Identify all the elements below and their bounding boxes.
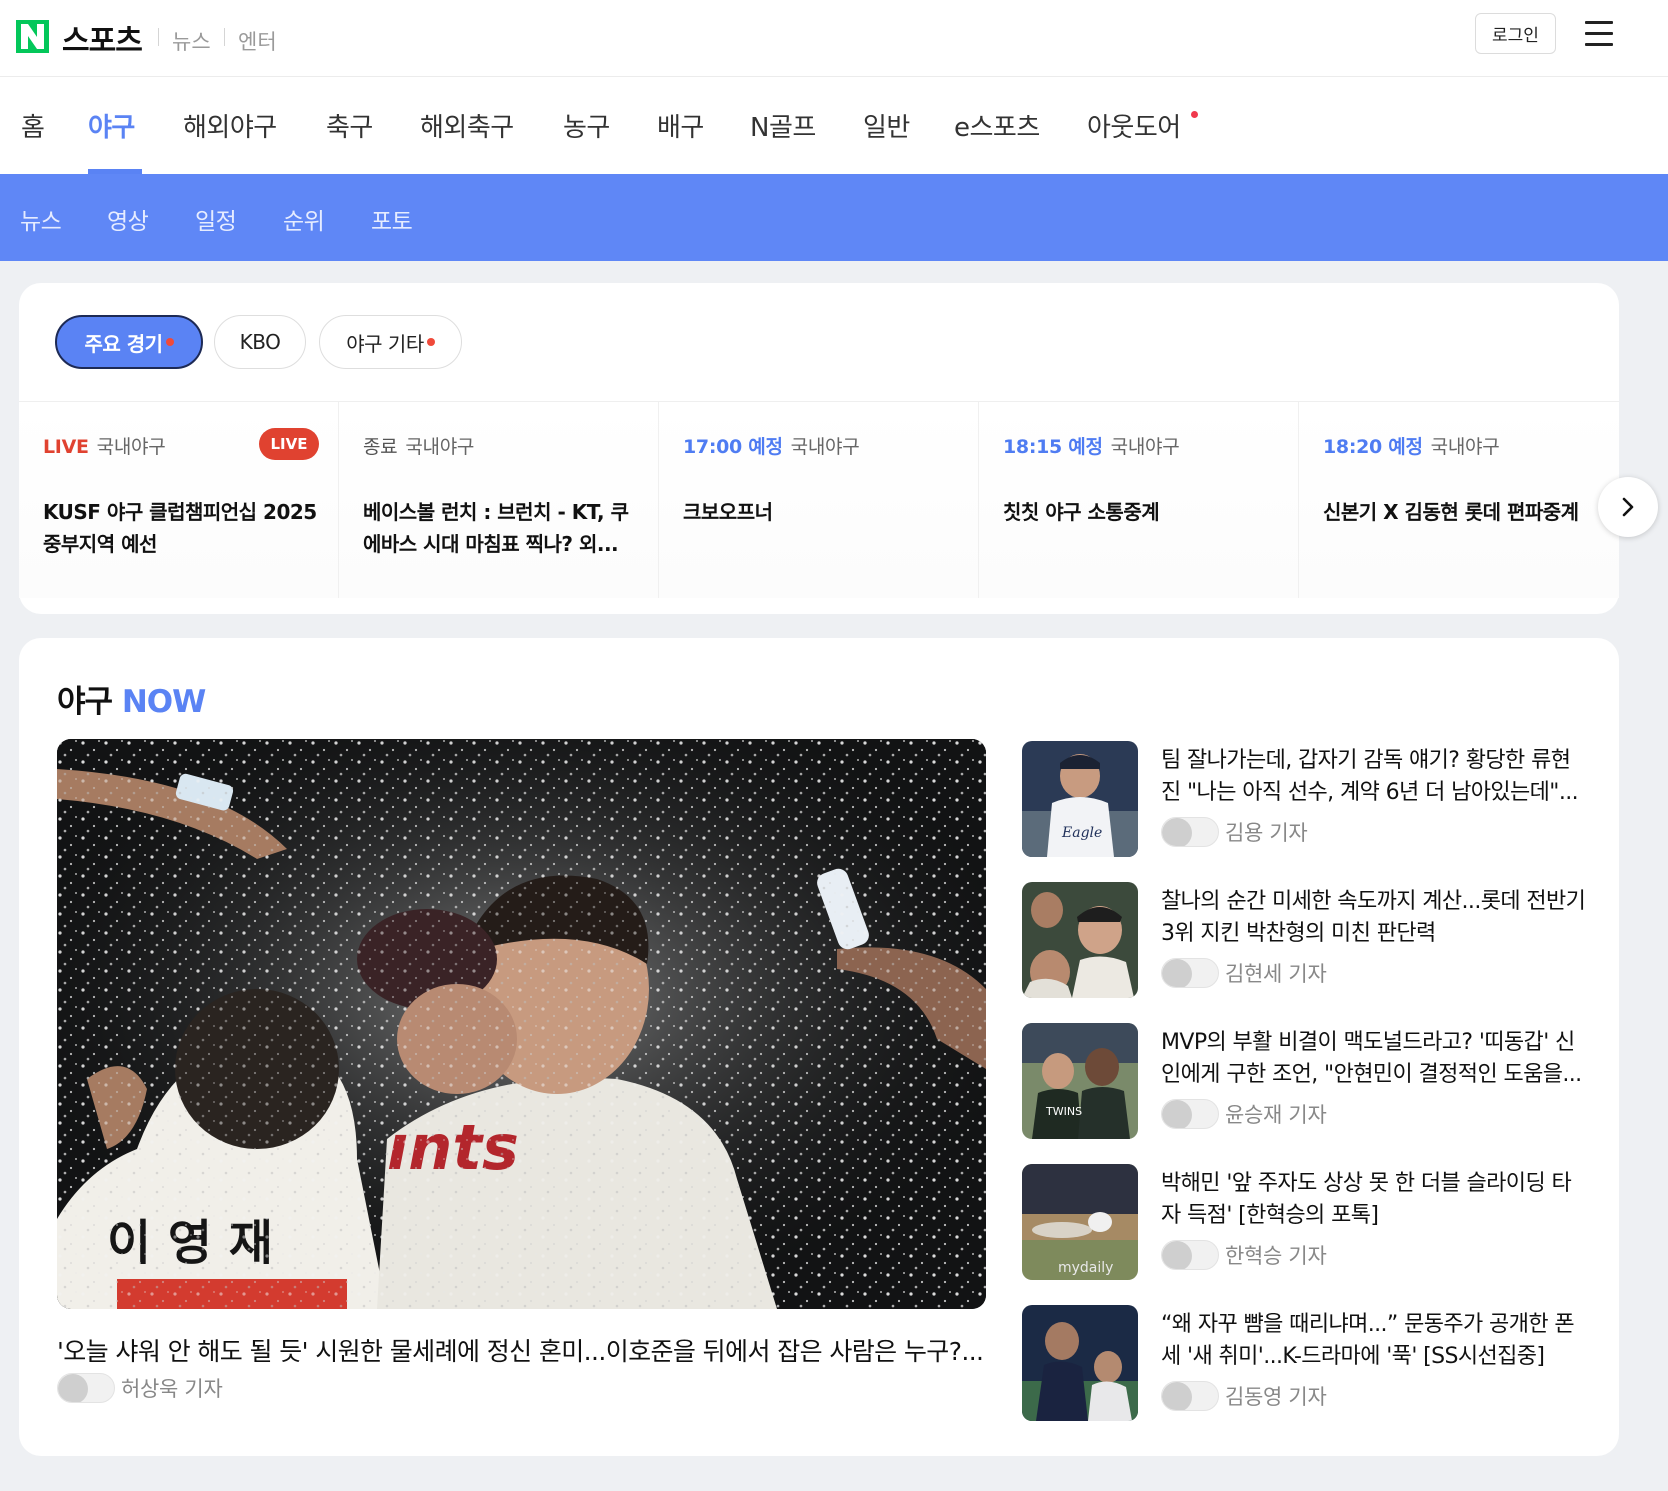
side-article[interactable]: mydaily 박해민 '앞 주자도 상상 못 한 더블 슬라이딩 타자 득점'… (1022, 1164, 1592, 1280)
reporter-name: 김동영 기자 (1225, 1385, 1327, 1409)
subnav-schedule[interactable]: 일정 (195, 202, 237, 236)
tab-esports[interactable]: e스포츠 (954, 107, 1040, 144)
chip-kbo[interactable]: KBO (214, 315, 306, 369)
new-dot-icon (165, 338, 174, 346)
subnav-video[interactable]: 영상 (107, 202, 149, 236)
article-thumbnail[interactable]: TWINS (1022, 1023, 1138, 1139)
subnav-ranking[interactable]: 순위 (283, 202, 325, 236)
top-link-enter[interactable]: 엔터 (238, 26, 277, 56)
game-status: LIVE 국내야구 (43, 436, 166, 458)
svg-text:TWINS: TWINS (1045, 1105, 1082, 1118)
game-card[interactable]: 17:00 예정 국내야구 크보오프너 (659, 402, 979, 598)
hero-article-title[interactable]: '오늘 샤워 안 해도 될 듯' 시원한 물세례에 정신 혼미...이호준을 뒤… (57, 1332, 987, 1368)
side-article[interactable]: 찰나의 순간 미세한 속도까지 계산...롯데 전반기 3위 지킨 박찬형의 미… (1022, 882, 1592, 998)
game-status: 18:15 예정 국내야구 (1003, 436, 1180, 458)
game-card[interactable]: 18:20 예정 국내야구 신본기 X 김동현 롯데 편파중계 (1299, 402, 1619, 598)
game-card[interactable]: LIVE 국내야구 LIVE KUSF 야구 클럽챔피언십 2025 중부지역 예… (19, 402, 339, 598)
new-dot-icon (426, 338, 435, 346)
side-byline: 김용 기자 (1161, 817, 1308, 847)
live-badge: LIVE (259, 428, 319, 460)
side-article-title: 찰나의 순간 미세한 속도까지 계산...롯데 전반기 3위 지킨 박찬형의 미… (1161, 889, 1586, 946)
game-title: 신본기 X 김동현 롯데 편파중계 (1323, 500, 1579, 524)
svg-text:mydaily: mydaily (1058, 1260, 1113, 1276)
top-bar: 스포츠 뉴스 엔터 로그인 (0, 0, 1668, 77)
game-title: 베이스볼 런치 : 브런치 - KT, 쿠에바스 시대 마침표 찍나? 외... (363, 500, 629, 556)
tab-soccer[interactable]: 축구 (326, 107, 373, 144)
sub-nav: 뉴스 영상 일정 순위 포토 (0, 174, 1668, 261)
side-article-title: 박해민 '앞 주자도 상상 못 한 더블 슬라이딩 타자 득점' [한혁승의 포… (1161, 1171, 1572, 1228)
player-photo-image: TWINS (1022, 1023, 1138, 1139)
article-thumbnail[interactable]: mydaily (1022, 1164, 1138, 1280)
game-list: LIVE 국내야구 LIVE KUSF 야구 클럽챔피언십 2025 중부지역 예… (19, 401, 1619, 598)
game-card[interactable]: 종료 국내야구 베이스볼 런치 : 브런치 - KT, 쿠에바스 시대 마침표 찍… (339, 402, 659, 598)
tab-overseas-baseball[interactable]: 해외야구 (183, 107, 277, 144)
section-title: 야구 NOW (57, 684, 206, 720)
side-article[interactable]: Eagle 팀 잘나가는데, 갑자기 감독 얘기? 황당한 류현진 "나는 아직… (1022, 741, 1592, 857)
celebration-photo-image: 이 영 재 ınts (57, 739, 986, 1309)
tab-golf[interactable]: N골프 (750, 107, 816, 144)
hero-photo[interactable]: 이 영 재 ınts (57, 739, 986, 1309)
chip-main-games[interactable]: 주요 경기 (55, 315, 203, 369)
side-byline: 윤승재 기자 (1161, 1099, 1327, 1129)
hero-byline: 허상욱 기자 (57, 1373, 223, 1403)
divider (158, 28, 159, 46)
hamburger-menu-icon[interactable] (1585, 21, 1613, 47)
reporter-name: 윤승재 기자 (1225, 1103, 1327, 1127)
tab-overseas-soccer[interactable]: 해외축구 (420, 107, 514, 144)
press-logo-avatar (57, 1373, 115, 1403)
press-logo-avatar (1161, 958, 1219, 988)
side-byline: 김동영 기자 (1161, 1381, 1327, 1411)
press-logo-avatar (1161, 1240, 1219, 1270)
chevron-right-icon (1622, 497, 1634, 517)
reporter-name: 김현세 기자 (1225, 962, 1327, 986)
tab-volleyball[interactable]: 배구 (657, 107, 704, 144)
game-status: 17:00 예정 국내야구 (683, 436, 860, 458)
chip-baseball-etc[interactable]: 야구 기타 (319, 315, 462, 369)
baseball-now-card: 야구 NOW 이 영 재 (19, 638, 1619, 1456)
tab-baseball[interactable]: 야구 (88, 107, 135, 144)
player-photo-image (1022, 882, 1138, 998)
press-logo-avatar (1161, 1381, 1219, 1411)
side-article-title: “왜 자꾸 뺨을 때리냐며...” 문동주가 공개한 폰세 '새 취미'...K… (1161, 1312, 1575, 1369)
brand-title[interactable]: 스포츠 (62, 16, 143, 60)
game-title: KUSF 야구 클럽챔피언십 2025 중부지역 예선 (43, 500, 317, 556)
category-nav: 홈 야구 해외야구 축구 해외축구 농구 배구 N골프 일반 e스포츠 아웃도어 (0, 77, 1668, 174)
side-byline: 김현세 기자 (1161, 958, 1327, 988)
side-article-title: MVP의 부활 비결이 맥도널드라고? '띠동갑' 신인에게 구한 조언, "안… (1161, 1030, 1582, 1087)
article-thumbnail[interactable] (1022, 1305, 1138, 1421)
new-dot-icon (1191, 111, 1198, 118)
game-status: 18:20 예정 국내야구 (1323, 436, 1500, 458)
game-title: 칫칫 야구 소통중계 (1003, 500, 1160, 524)
game-status: 종료 국내야구 (363, 436, 475, 458)
tab-outdoor[interactable]: 아웃도어 (1087, 107, 1181, 144)
side-article[interactable]: “왜 자꾸 뺨을 때리냐며...” 문동주가 공개한 폰세 '새 취미'...K… (1022, 1305, 1592, 1421)
side-article-title: 팀 잘나가는데, 갑자기 감독 얘기? 황당한 류현진 "나는 아직 선수, 계… (1161, 748, 1579, 805)
side-byline: 한혁승 기자 (1161, 1240, 1327, 1270)
game-photo-image: mydaily (1022, 1164, 1138, 1280)
divider (224, 28, 225, 46)
game-card[interactable]: 18:15 예정 국내야구 칫칫 야구 소통중계 (979, 402, 1299, 598)
side-article[interactable]: TWINS MVP의 부활 비결이 맥도널드라고? '띠동갑' 신인에게 구한 … (1022, 1023, 1592, 1139)
article-thumbnail[interactable]: Eagle (1022, 741, 1138, 857)
svg-text:Eagle: Eagle (1061, 825, 1102, 841)
press-logo-avatar (1161, 1099, 1219, 1129)
tab-home[interactable]: 홈 (21, 107, 45, 144)
reporter-name: 김용 기자 (1225, 821, 1308, 845)
subnav-photo[interactable]: 포토 (371, 202, 413, 236)
press-logo-avatar (1161, 817, 1219, 847)
next-arrow-button[interactable] (1598, 477, 1658, 537)
login-button[interactable]: 로그인 (1475, 13, 1556, 54)
tab-general[interactable]: 일반 (863, 107, 910, 144)
player-photo-image (1022, 1305, 1138, 1421)
games-card: 주요 경기 KBO 야구 기타 LIVE 국내야구 LIVE KUSF 야구 클럽… (19, 283, 1619, 614)
reporter-name: 허상욱 기자 (121, 1377, 223, 1401)
top-link-news[interactable]: 뉴스 (172, 26, 211, 56)
player-photo-image: Eagle (1022, 741, 1138, 857)
naver-logo-icon[interactable] (16, 20, 49, 53)
subnav-news[interactable]: 뉴스 (20, 202, 62, 236)
tab-basketball[interactable]: 농구 (563, 107, 610, 144)
article-thumbnail[interactable] (1022, 882, 1138, 998)
game-title: 크보오프너 (683, 500, 773, 524)
reporter-name: 한혁승 기자 (1225, 1244, 1327, 1268)
